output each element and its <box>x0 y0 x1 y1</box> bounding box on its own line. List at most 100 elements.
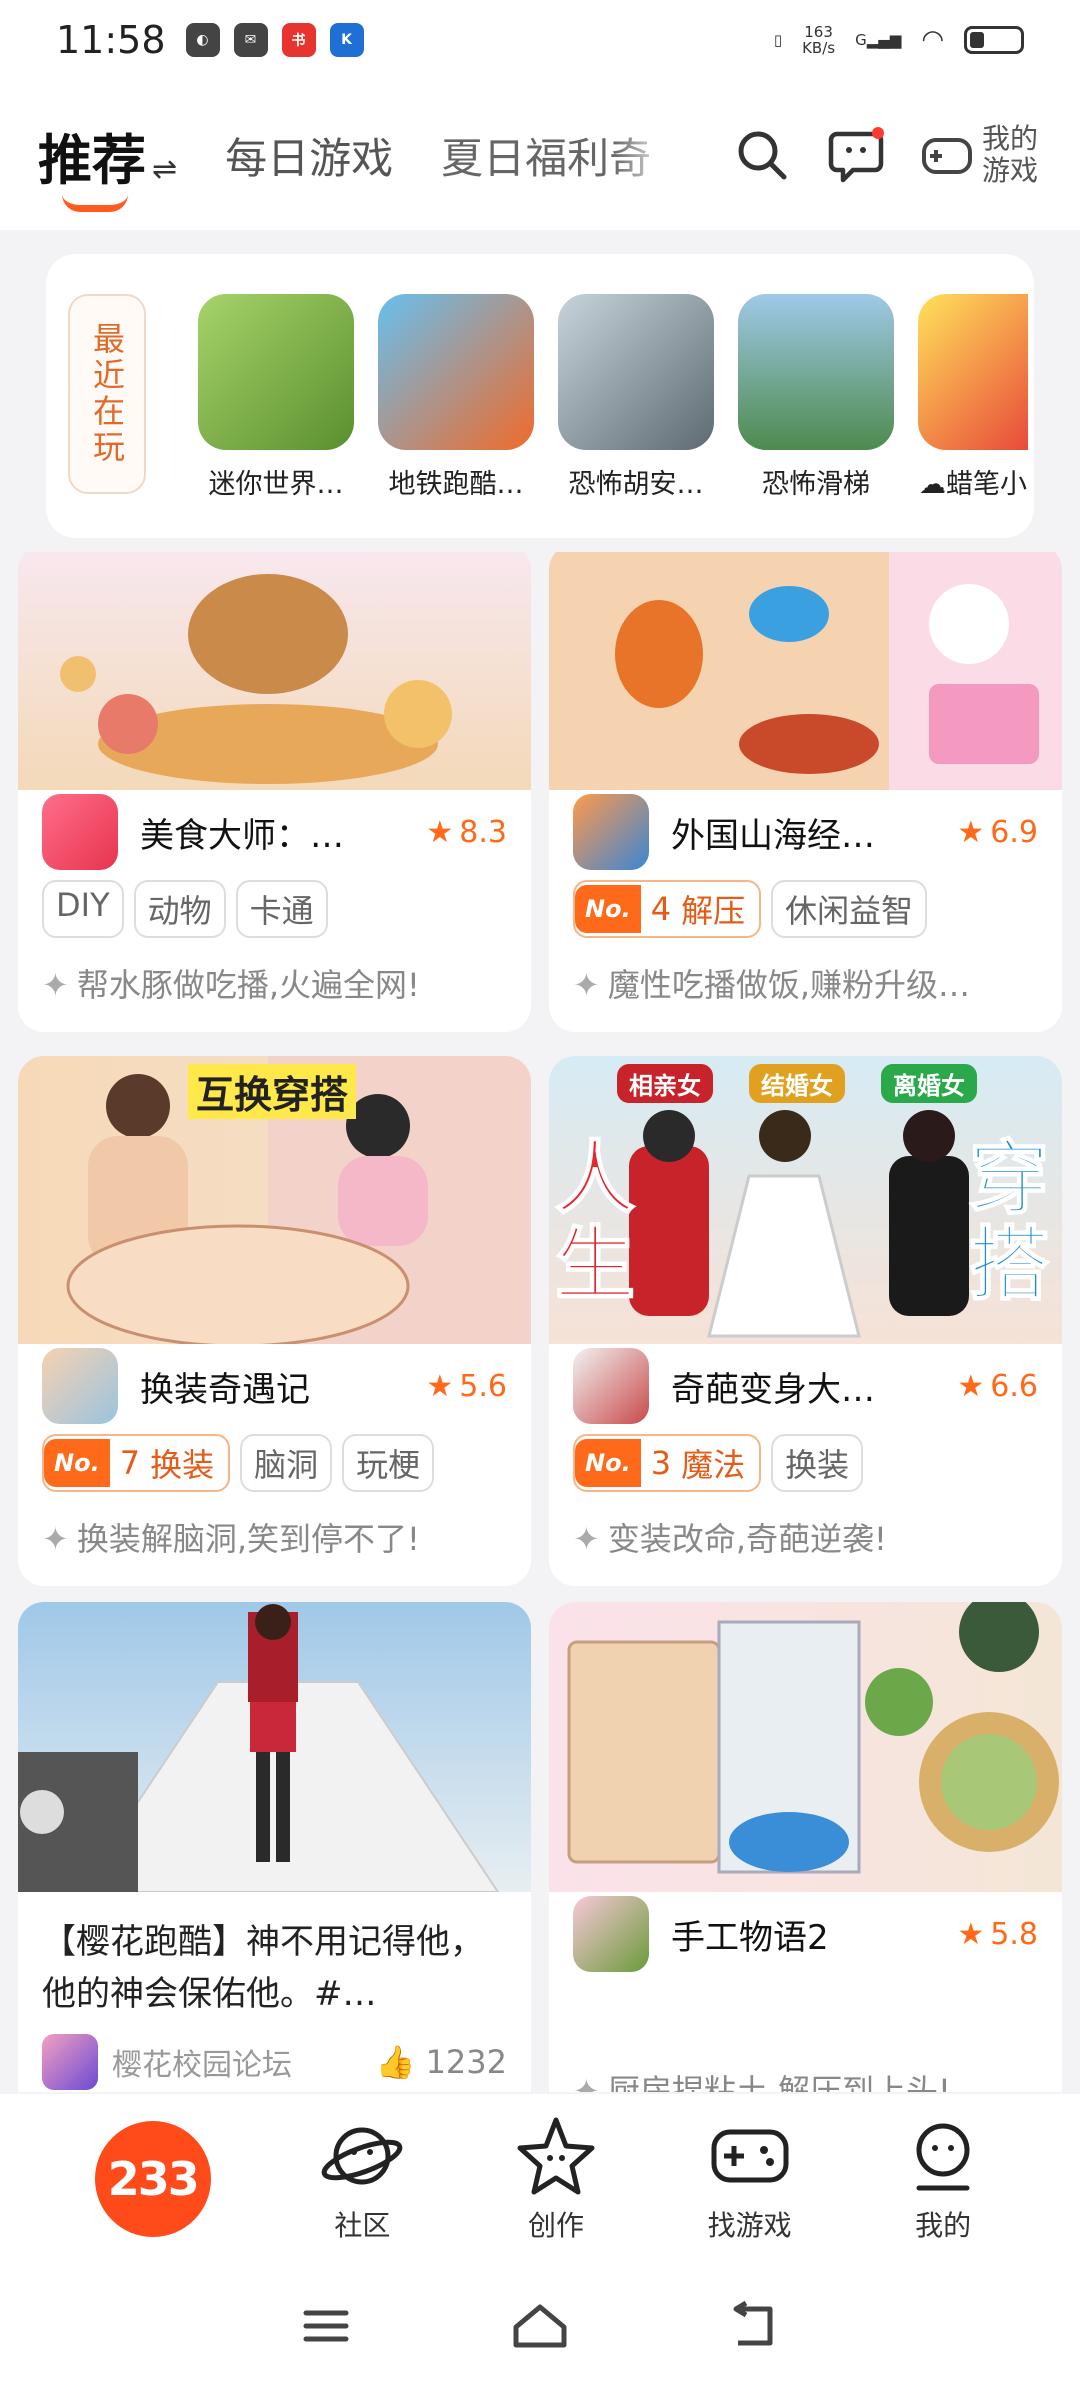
star-icon: ★ <box>957 1916 985 1952</box>
game-icon <box>573 1348 649 1424</box>
post-card[interactable]: 【樱花跑酷】神不用记得他，他的神会保佑他。#… 樱花校园论坛 👍 1232 <box>18 1602 531 2092</box>
star-icon: ★ <box>426 814 454 850</box>
tab-create[interactable]: 创作 <box>514 2114 598 2244</box>
game-card[interactable]: 外国山海经… ★ 6.9 No. 4 解压 休闲益智 ✦ 魔性吃播做饭,赚粉升级… <box>549 552 1062 1032</box>
home-logo-button[interactable]: 233 <box>94 2121 211 2237</box>
tab-find-games[interactable]: 找游戏 <box>708 2114 792 2244</box>
tab-daily-games[interactable]: 每日游戏 <box>225 125 393 186</box>
back-icon[interactable] <box>724 2299 784 2353</box>
tag[interactable]: DIY <box>42 880 124 938</box>
game-desc: ✦ 帮水豚做吃播,火遍全网! <box>42 966 420 1004</box>
game-icon <box>42 794 118 870</box>
game-title: 外国山海经… <box>671 815 875 856</box>
rank-tag[interactable]: No. 3 魔法 <box>573 1434 762 1492</box>
banner-caption: 互换穿搭 <box>188 1064 357 1119</box>
game-card[interactable]: 手工物语2 ★ 5.8 ✦ 厨房捏粘土 解压到上头! <box>549 1602 1062 2092</box>
banner-bigtext: 穿搭 <box>968 1132 1050 1311</box>
wifi-icon: ◠ <box>921 25 944 55</box>
tag[interactable]: 休闲益智 <box>771 880 928 938</box>
net-speed: 163 KB/s <box>802 23 836 57</box>
gamepad-icon <box>922 138 972 174</box>
tag[interactable]: 卡通 <box>235 880 328 938</box>
rank-tag[interactable]: No. 4 解压 <box>573 880 762 938</box>
sparkle-icon: ✦ <box>42 1520 69 1558</box>
tab-recommend[interactable]: 推荐 ⇌ <box>38 116 177 212</box>
message-icon[interactable] <box>826 125 886 185</box>
game-thumb <box>378 294 534 450</box>
star-icon: ★ <box>426 1368 454 1404</box>
like-count[interactable]: 👍 1232 <box>376 2043 507 2081</box>
rank-tag[interactable]: No. 7 换装 <box>42 1434 231 1492</box>
game-title: 美食大师：… <box>140 815 344 856</box>
rating: ★ 5.6 <box>426 1368 507 1404</box>
label-pill: 结婚女 <box>749 1064 845 1103</box>
status-bar: 11:58 ◐ ✉ 书 K ▯ 163 KB/s G▂▄▆ ◠ <box>0 0 1080 80</box>
unread-dot <box>872 127 884 139</box>
app-notify-icon: ◐ <box>185 23 220 57</box>
tag[interactable]: 脑洞 <box>240 1434 333 1492</box>
game-thumb <box>198 294 354 450</box>
recent-label: 最近在玩 <box>68 294 146 494</box>
swap-icon[interactable]: ⇌ <box>152 152 177 187</box>
tag[interactable]: 换装 <box>771 1434 864 1492</box>
cloud-icon: ☁ <box>919 469 946 500</box>
game-icon <box>573 1896 649 1972</box>
thumb-up-icon: 👍 <box>375 2043 416 2081</box>
game-desc: ✦ 换装解脑洞,笑到停不了! <box>42 1520 420 1558</box>
rating: ★ 8.3 <box>426 814 507 850</box>
game-title: 换装奇遇记 <box>140 1369 310 1410</box>
game-thumb <box>738 294 894 450</box>
status-time: 11:58 <box>56 18 166 62</box>
tag[interactable]: 动物 <box>133 880 226 938</box>
game-thumb <box>558 294 714 450</box>
game-card[interactable]: 相亲女 结婚女 离婚女 人生 穿搭 奇葩变身大… ★ 6.6 No. 3 魔法 换装 … <box>549 1056 1062 1586</box>
rating: ★ 5.8 <box>957 1916 1038 1952</box>
post-text: 【樱花跑酷】神不用记得他，他的神会保佑他。#… <box>42 1922 484 2014</box>
game-icon <box>42 1348 118 1424</box>
recent-game[interactable]: 迷你世界… <box>198 294 354 501</box>
banner-bigtext: 人生 <box>554 1132 636 1311</box>
sparkle-icon: ✦ <box>573 966 600 1004</box>
label-pill: 相亲女 <box>617 1064 713 1103</box>
tab-summer-welfare[interactable]: 夏日福利奇 <box>441 125 671 186</box>
rating: ★ 6.6 <box>957 1368 1038 1404</box>
tag[interactable]: 玩梗 <box>342 1434 435 1492</box>
post-author[interactable]: 樱花校园论坛 👍 1232 <box>18 2020 531 2092</box>
game-banner <box>549 1602 1062 1892</box>
home-icon[interactable] <box>508 2299 572 2353</box>
star-icon: ★ <box>957 814 985 850</box>
game-banner <box>549 552 1062 790</box>
game-desc: ✦ 魔性吃播做饭,赚粉升级… <box>573 966 970 1004</box>
game-banner: 相亲女 结婚女 离婚女 人生 穿搭 <box>549 1056 1062 1344</box>
avatar <box>42 2034 98 2090</box>
top-nav: 推荐 ⇌ 每日游戏 夏日福利奇 我的游戏 <box>0 80 1080 230</box>
tab-mine[interactable]: 我的 <box>901 2114 985 2244</box>
search-icon[interactable] <box>732 125 792 185</box>
game-icon <box>573 794 649 870</box>
profile-icon <box>916 2123 970 2191</box>
redbook-icon: 书 <box>281 23 316 57</box>
tab-community[interactable]: 社区 <box>320 2114 404 2244</box>
gamepad-icon <box>711 2129 789 2183</box>
star-icon: ★ <box>957 1368 985 1404</box>
sparkle-icon: ✦ <box>573 2072 600 2092</box>
game-card[interactable]: 美食大师：… ★ 8.3 DIY 动物 卡通 ✦ 帮水豚做吃播,火遍全网! <box>18 552 531 1032</box>
battery-icon <box>964 26 1024 54</box>
recent-game[interactable]: 恐怖胡安… <box>558 294 714 501</box>
vibrate-icon: ▯ <box>773 31 783 49</box>
recent-game[interactable]: ☁蜡笔小 <box>918 294 1028 501</box>
rating: ★ 6.9 <box>957 814 1038 850</box>
game-banner: 互换穿搭 <box>18 1056 531 1344</box>
bottom-tab-bar: 233 社区 创作 找游戏 我的 <box>0 2094 1080 2264</box>
recent-game[interactable]: 恐怖滑梯 <box>738 294 894 501</box>
recent-game[interactable]: 地铁跑酷… <box>378 294 534 501</box>
my-games-button[interactable]: 我的游戏 <box>920 123 1042 187</box>
sparkle-icon: ✦ <box>573 1520 600 1558</box>
post-image <box>18 1602 531 1892</box>
menu-icon[interactable] <box>296 2301 356 2351</box>
recent-played-panel: 最近在玩 迷你世界… 地铁跑酷… 恐怖胡安… 恐怖滑梯 ☁蜡笔小 <box>46 254 1034 538</box>
system-nav-bar <box>0 2264 1080 2388</box>
game-desc: ✦ 厨房捏粘土 解压到上头! <box>549 2066 1062 2092</box>
game-banner <box>18 552 531 790</box>
game-card[interactable]: 互换穿搭 换装奇遇记 ★ 5.6 No. 7 换装 脑洞 玩梗 ✦ 换装解脑洞,笑到停不… <box>18 1056 531 1586</box>
